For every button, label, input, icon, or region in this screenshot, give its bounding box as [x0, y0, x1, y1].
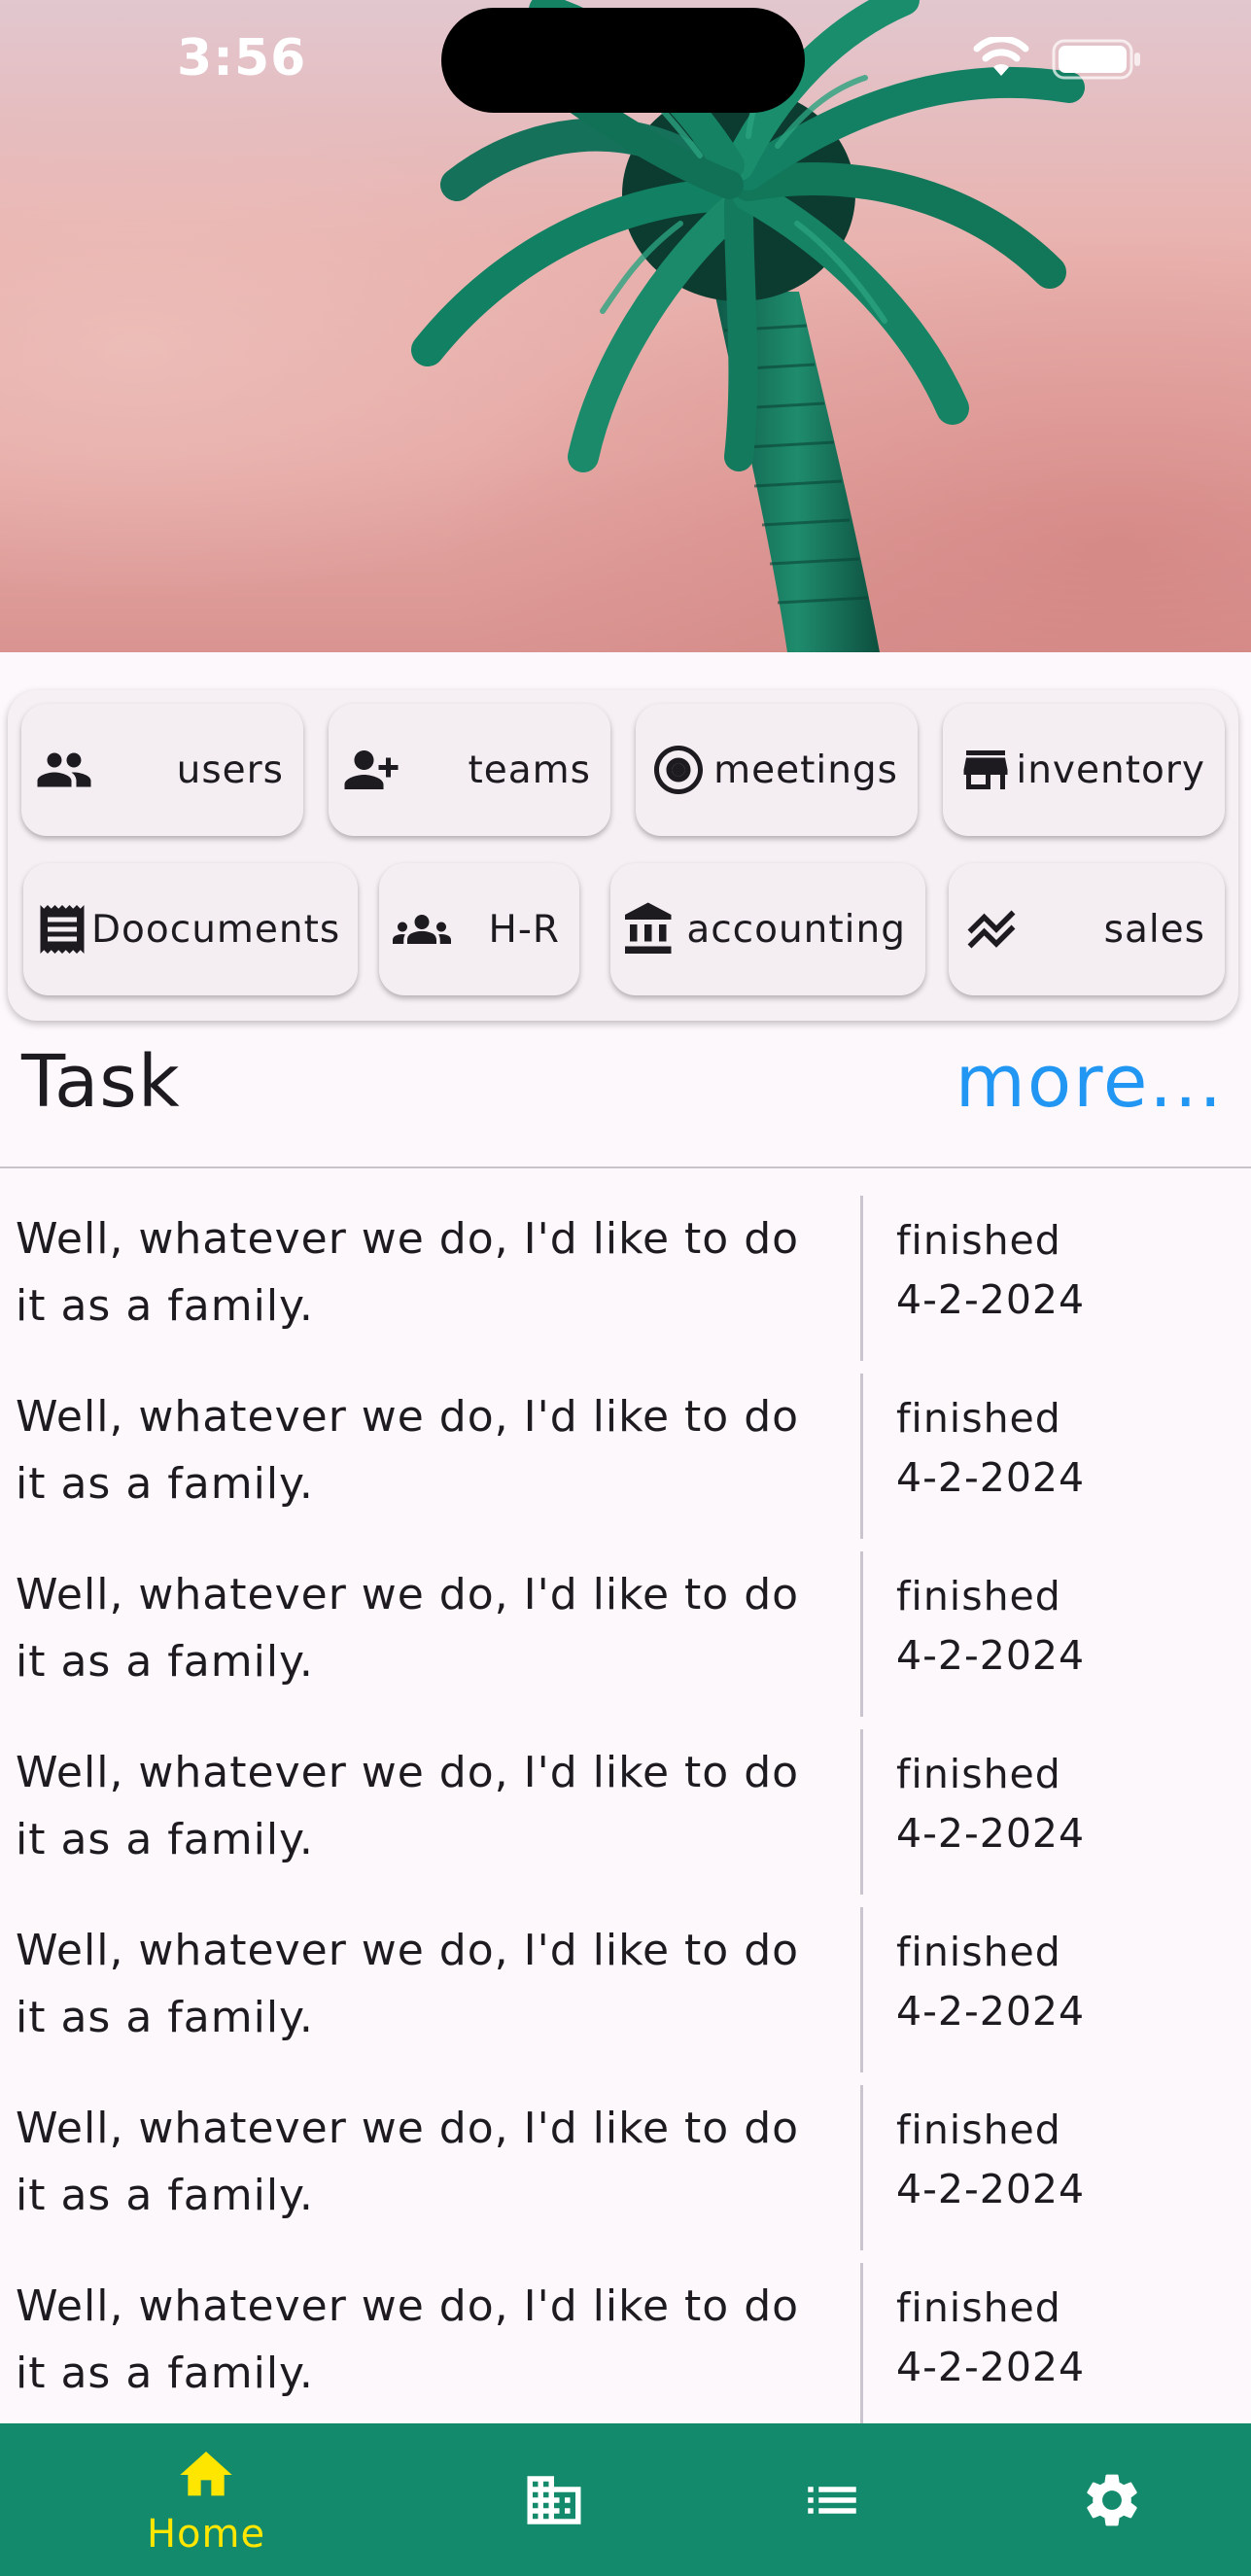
task-status: finished 4-2-2024 [896, 1567, 1085, 1686]
task-status-label: finished [896, 1929, 1061, 1975]
documents-label: Doocuments [91, 907, 341, 952]
radio-target-icon [649, 741, 708, 799]
column-divider [860, 1729, 863, 1895]
groups-icon [393, 900, 451, 958]
stacked-line-icon [962, 900, 1021, 958]
users-label: users [176, 748, 284, 792]
task-date: 4-2-2024 [896, 1988, 1086, 2035]
task-row[interactable]: Well, whatever we do, I'd like to do it … [0, 1551, 1251, 1729]
task-row[interactable]: Well, whatever we do, I'd like to do it … [0, 2263, 1251, 2441]
accounting-label: accounting [686, 907, 906, 952]
task-date: 4-2-2024 [896, 1632, 1086, 1679]
users-button[interactable]: users [21, 704, 303, 836]
users-icon [35, 741, 93, 799]
column-divider [860, 2263, 863, 2428]
list-icon [808, 2486, 856, 2514]
task-description: Well, whatever we do, I'd like to do it … [16, 1570, 800, 1687]
teams-label: teams [468, 748, 591, 792]
quick-actions-panel: users teams meetings inventory Doocument… [8, 690, 1238, 1021]
gear-icon [1087, 2474, 1137, 2525]
store-icon [956, 741, 1015, 799]
task-status: finished 4-2-2024 [896, 2279, 1085, 2397]
hr-button[interactable]: H-R [379, 863, 579, 995]
task-status: finished 4-2-2024 [896, 2101, 1085, 2219]
sales-button[interactable]: sales [949, 863, 1225, 995]
task-status-label: finished [896, 1395, 1061, 1442]
more-link[interactable]: more... [956, 1040, 1224, 1124]
hero-image: 3:56 [0, 0, 1251, 652]
task-row[interactable]: Well, whatever we do, I'd like to do it … [0, 1907, 1251, 2085]
task-row[interactable]: Well, whatever we do, I'd like to do it … [0, 1729, 1251, 1907]
nav-home-label: Home [146, 2511, 266, 2557]
task-row[interactable]: Well, whatever we do, I'd like to do it … [0, 1374, 1251, 1551]
column-divider [860, 1374, 863, 1539]
task-status-label: finished [896, 1217, 1061, 1264]
divider [0, 1166, 1251, 1168]
task-description: Well, whatever we do, I'd like to do it … [16, 1392, 800, 1509]
task-date: 4-2-2024 [896, 2344, 1086, 2390]
meetings-button[interactable]: meetings [636, 704, 918, 836]
nav-business[interactable] [457, 2423, 651, 2576]
camera-notch [441, 8, 805, 113]
business-icon [527, 2475, 581, 2524]
task-date: 4-2-2024 [896, 1276, 1086, 1323]
column-divider [860, 1907, 863, 2072]
hr-label: H-R [488, 907, 560, 952]
task-status-label: finished [896, 2106, 1061, 2153]
inventory-label: inventory [1016, 748, 1205, 792]
task-date: 4-2-2024 [896, 1810, 1086, 1857]
bottom-navigation-bar: Home [0, 2423, 1251, 2576]
documents-button[interactable]: Doocuments [23, 863, 358, 995]
task-description: Well, whatever we do, I'd like to do it … [16, 2104, 800, 2220]
task-row[interactable]: Well, whatever we do, I'd like to do it … [0, 2085, 1251, 2263]
task-date: 4-2-2024 [896, 2166, 1086, 2212]
column-divider [860, 2085, 863, 2250]
task-description: Well, whatever we do, I'd like to do it … [16, 1926, 800, 2042]
wifi-icon [973, 37, 1029, 76]
column-divider [860, 1196, 863, 1361]
task-status-label: finished [896, 1751, 1061, 1797]
nav-list[interactable] [735, 2423, 929, 2576]
task-description: Well, whatever we do, I'd like to do it … [16, 1748, 800, 1864]
battery-icon [1052, 39, 1140, 80]
sales-label: sales [1103, 907, 1205, 952]
task-row[interactable]: Well, whatever we do, I'd like to do it … [0, 1196, 1251, 1374]
teams-button[interactable]: teams [329, 704, 610, 836]
task-section-title: Task [21, 1040, 181, 1124]
column-divider [860, 1551, 863, 1717]
bank-icon [620, 900, 678, 958]
task-description: Well, whatever we do, I'd like to do it … [16, 1214, 800, 1331]
task-status-label: finished [896, 2284, 1061, 2331]
person-add-icon [342, 741, 400, 799]
task-status: finished 4-2-2024 [896, 1745, 1085, 1863]
nav-home[interactable]: Home [109, 2423, 303, 2576]
nav-settings[interactable] [1015, 2423, 1209, 2576]
task-status: finished 4-2-2024 [896, 1211, 1085, 1330]
task-description: Well, whatever we do, I'd like to do it … [16, 2281, 800, 2398]
task-status: finished 4-2-2024 [896, 1923, 1085, 2041]
meetings-label: meetings [713, 748, 898, 792]
receipt-icon [33, 900, 91, 958]
accounting-button[interactable]: accounting [610, 863, 925, 995]
home-icon [180, 2451, 232, 2495]
task-status-label: finished [896, 1573, 1061, 1619]
inventory-button[interactable]: inventory [943, 704, 1225, 836]
task-status: finished 4-2-2024 [896, 1389, 1085, 1508]
task-date: 4-2-2024 [896, 1454, 1086, 1501]
status-time: 3:56 [177, 29, 307, 87]
